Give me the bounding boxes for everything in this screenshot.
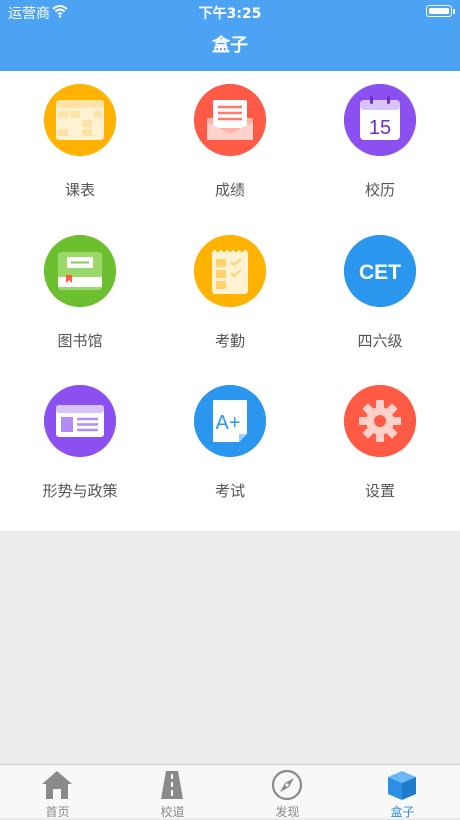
tab-label: 发现 <box>275 805 300 819</box>
feature-grid: 课表 成绩 15 校历 图书馆 考勤 CET 四六级 形势与政策 A+ 考试 设… <box>0 71 460 531</box>
book-icon <box>44 235 116 307</box>
compass-icon <box>271 769 303 801</box>
box-icon <box>388 771 416 800</box>
grid-item-grades[interactable]: 成绩 <box>154 71 304 211</box>
grid-item-label: 课表 <box>64 181 95 199</box>
gear-icon <box>344 385 416 457</box>
calendar-icon: 15 <box>344 84 416 156</box>
tab-bar: 首页 校道 发现 盒子 <box>0 764 460 819</box>
grid-item-attendance[interactable]: 考勤 <box>154 222 304 362</box>
cet-icon: CET <box>344 235 416 307</box>
grid-item-policy[interactable]: 形势与政策 <box>4 372 154 512</box>
grid-item-label: 校历 <box>364 181 395 199</box>
tab-campus-road[interactable]: 校道 <box>115 765 230 819</box>
grid-item-timetable[interactable]: 课表 <box>4 71 154 211</box>
id-card-icon <box>44 385 116 457</box>
grades-envelope-icon <box>194 84 266 156</box>
grid-item-cet[interactable]: CET 四六级 <box>304 222 454 362</box>
grid-item-calendar[interactable]: 15 校历 <box>304 71 454 211</box>
exam-grade-text: A+ <box>215 412 240 434</box>
grid-item-label: 考勤 <box>214 332 245 350</box>
grid-item-label: 形势与政策 <box>42 482 118 500</box>
tab-label: 盒子 <box>390 805 415 819</box>
timetable-icon <box>44 84 116 156</box>
grid-item-settings[interactable]: 设置 <box>304 372 454 512</box>
tab-home[interactable]: 首页 <box>0 765 115 819</box>
nav-bar: 盒子 <box>0 24 460 71</box>
page-title: 盒子 <box>212 35 248 56</box>
road-icon <box>161 771 183 799</box>
tab-label: 首页 <box>45 805 70 819</box>
grid-item-exam[interactable]: A+ 考试 <box>154 372 304 512</box>
grid-item-label: 考试 <box>214 482 245 500</box>
attendance-checklist-icon <box>194 235 266 307</box>
grid-item-label: 成绩 <box>214 181 245 199</box>
grid-item-library[interactable]: 图书馆 <box>4 222 154 362</box>
tab-discover[interactable]: 发现 <box>230 765 345 819</box>
home-icon <box>42 771 72 799</box>
calendar-day-text: 15 <box>369 117 391 139</box>
tab-label: 校道 <box>160 805 185 819</box>
clock: 下午3:25 <box>198 6 262 22</box>
tab-box[interactable]: 盒子 <box>345 765 460 819</box>
cet-text: CET <box>359 261 401 284</box>
grid-item-label: 设置 <box>364 482 395 500</box>
grid-item-label: 图书馆 <box>57 332 103 350</box>
status-bar: 运营商 下午3:25 <box>0 0 460 24</box>
exam-paper-icon: A+ <box>194 385 266 457</box>
grid-item-label: 四六级 <box>357 332 403 350</box>
battery-icon <box>426 5 455 17</box>
